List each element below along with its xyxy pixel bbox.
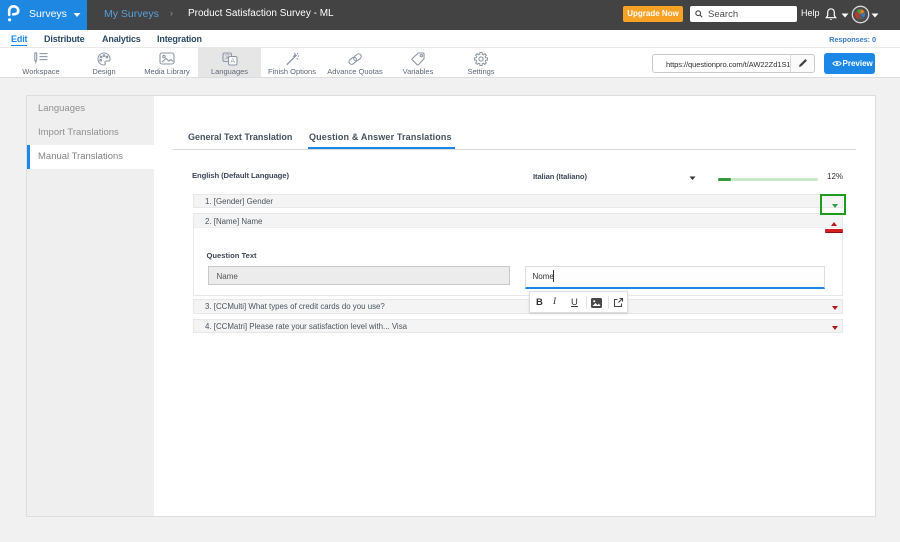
svg-text:A: A	[230, 58, 235, 65]
